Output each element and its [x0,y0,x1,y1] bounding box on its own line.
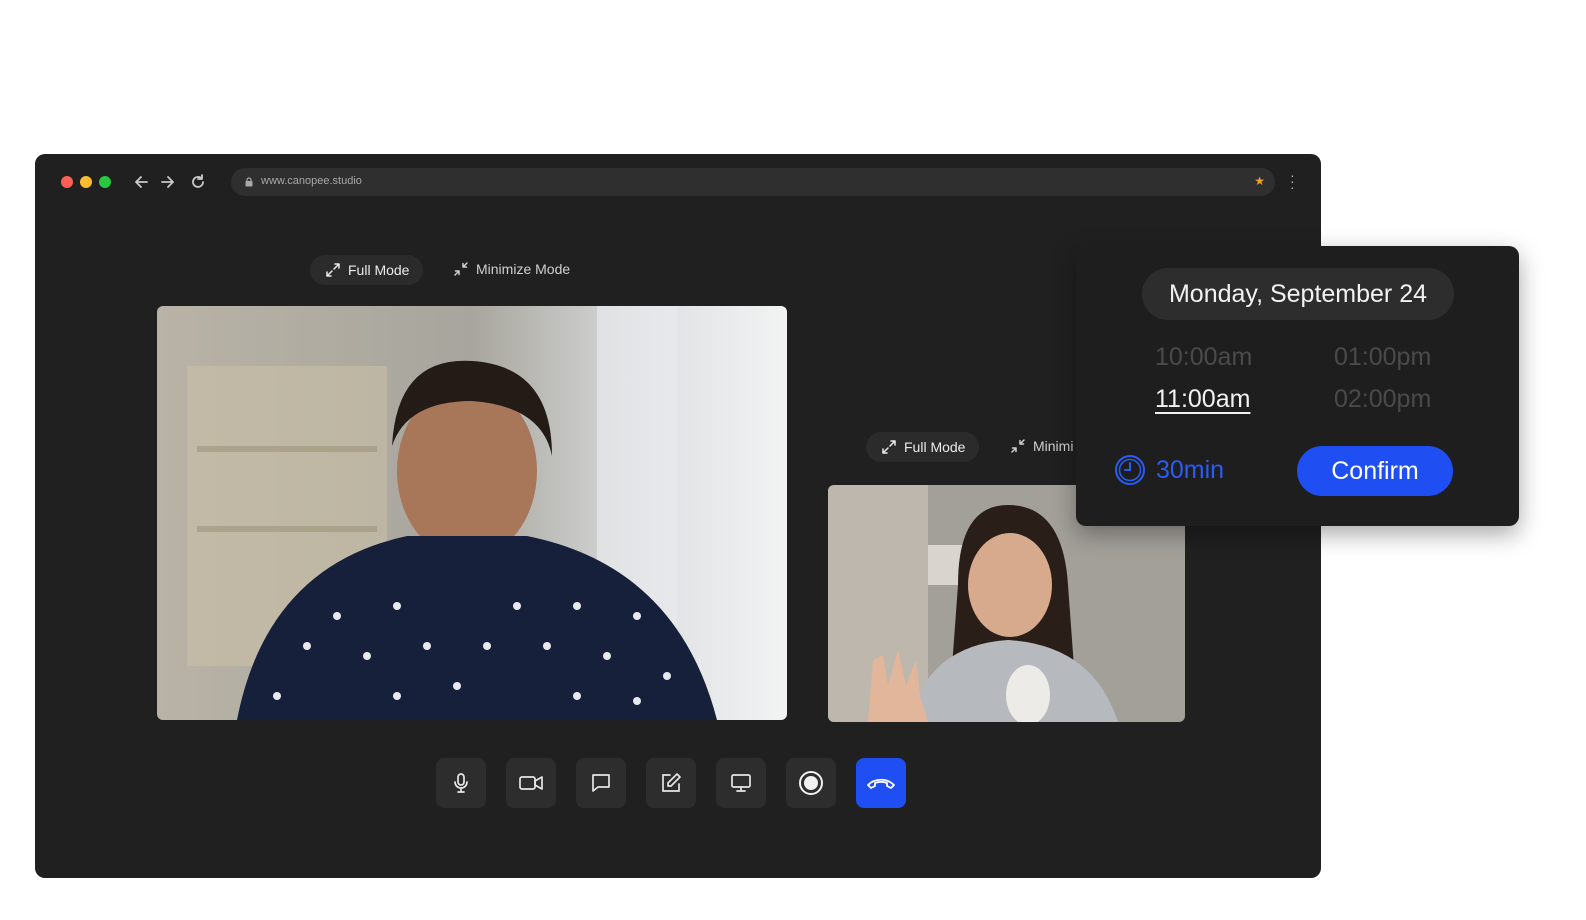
duration-selector[interactable]: 30min [1114,454,1224,486]
main-minimize-mode-button[interactable]: Minimize Mode [438,254,584,284]
time-slot-1000am[interactable]: 10:00am [1155,343,1252,372]
clock-icon [1115,455,1145,485]
main-full-mode-label: Full Mode [348,262,410,278]
date-selector[interactable]: Monday, September 24 [1142,268,1454,320]
time-slot-0200pm[interactable]: 02:00pm [1334,385,1431,414]
monitor-icon [731,774,751,792]
browser-toolbar: www.canopee.studio ★ · · · [35,154,1321,210]
minimize-window-button[interactable] [80,176,92,188]
expand-icon [882,440,896,454]
confirm-button[interactable]: Confirm [1297,446,1453,496]
end-call-button[interactable] [856,758,906,808]
main-video-feed [157,306,787,720]
main-minimize-mode-label: Minimize Mode [476,261,571,277]
edit-button[interactable] [646,758,696,808]
microphone-icon [454,773,468,793]
back-arrow-icon[interactable] [131,171,153,193]
close-window-button[interactable] [61,176,73,188]
duration-label: 30min [1156,455,1225,484]
time-slot-1100am[interactable]: 11:00am [1155,385,1250,414]
secondary-minimize-mode-button[interactable]: Minimi [995,431,1087,461]
video-camera-icon [519,776,543,790]
secondary-full-mode-label: Full Mode [904,439,966,455]
secondary-full-mode-button[interactable]: Full Mode [866,432,980,462]
expand-icon [326,263,340,277]
record-icon [799,771,823,795]
browser-menu-icon[interactable]: · · · [1290,168,1295,194]
lock-icon [245,177,253,187]
collapse-icon [454,262,468,276]
call-control-bar [436,758,906,808]
maximize-window-button[interactable] [99,176,111,188]
collapse-icon [1011,439,1025,453]
chat-button[interactable] [576,758,626,808]
reload-icon[interactable] [187,171,209,193]
record-button[interactable] [786,758,836,808]
edit-icon [662,773,681,792]
forward-arrow-icon[interactable] [156,171,178,193]
main-full-mode-button[interactable]: Full Mode [310,255,424,285]
screen-share-button[interactable] [716,758,766,808]
secondary-minimize-mode-label: Minimi [1033,438,1074,454]
url-text: www.canopee.studio [261,175,362,187]
schedule-popup: Monday, September 24 10:00am 01:00pm 11:… [1076,246,1519,526]
time-slot-0100pm[interactable]: 01:00pm [1334,343,1431,372]
phone-hangup-icon [867,778,895,789]
address-bar[interactable]: www.canopee.studio ★ [231,168,1275,196]
chat-bubble-icon [592,774,610,792]
microphone-button[interactable] [436,758,486,808]
camera-button[interactable] [506,758,556,808]
bookmark-star-icon[interactable]: ★ [1254,174,1265,188]
